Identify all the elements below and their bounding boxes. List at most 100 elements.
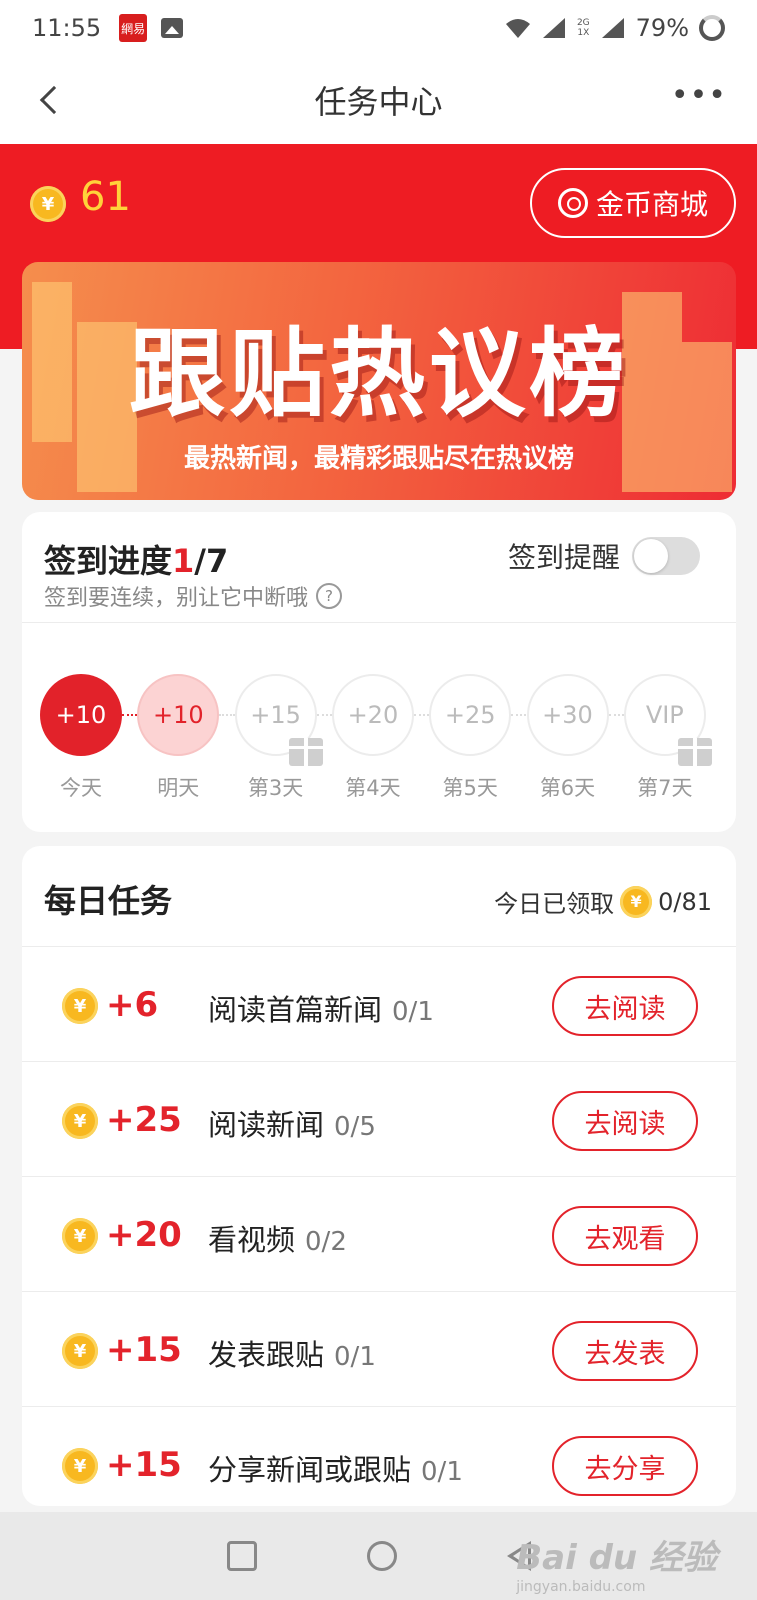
coin-icon: ¥ bbox=[62, 988, 98, 1024]
netease-app-icon: 網易 bbox=[119, 14, 148, 42]
network-type-bottom: 1X bbox=[577, 28, 590, 38]
checkin-day: +25 第5天 bbox=[429, 674, 512, 802]
task-name: 阅读首篇新闻 0/1 bbox=[208, 987, 434, 1029]
summary-label: 今日已领取 bbox=[494, 890, 615, 918]
wifi-icon bbox=[505, 19, 530, 38]
day-label: 明天 bbox=[157, 776, 200, 800]
checkin-reminder-toggle[interactable] bbox=[632, 537, 700, 575]
day-label: 第4天 bbox=[345, 776, 401, 800]
checkin-day: VIP 第7天 bbox=[623, 674, 712, 802]
task-name-text: 分享新闻或跟贴 bbox=[208, 1453, 412, 1487]
help-icon[interactable]: ? bbox=[316, 583, 343, 609]
task-action-button[interactable]: 去阅读 bbox=[552, 1091, 698, 1151]
coin-icon: ¥ bbox=[30, 186, 66, 222]
task-reward: +25 bbox=[106, 1100, 182, 1140]
image-notification-icon bbox=[161, 18, 184, 38]
task-row: ¥ +15 发表跟贴 0/1 去发表 bbox=[22, 1291, 736, 1408]
recent-apps-button[interactable] bbox=[226, 1541, 257, 1571]
daily-tasks-card: 每日任务 今日已领取 ¥ 0/81 ¥ +6 阅读首篇新闻 0/1 去阅读 ¥ +25 阅读新… bbox=[22, 846, 736, 1506]
task-row: ¥ +6 阅读首篇新闻 0/1 去阅读 bbox=[22, 946, 736, 1063]
task-reward: +15 bbox=[106, 1330, 182, 1370]
checkin-day: +10 明天 bbox=[137, 674, 220, 802]
checkin-progress-total: /7 bbox=[194, 542, 229, 580]
battery-icon bbox=[699, 15, 725, 41]
coin-icon: ¥ bbox=[620, 885, 653, 918]
task-action-button[interactable]: 去观看 bbox=[552, 1206, 698, 1266]
chevron-left-icon bbox=[39, 85, 69, 115]
task-name-text: 发表跟贴 bbox=[208, 1338, 325, 1372]
coin-icon: ¥ bbox=[62, 1448, 98, 1484]
day-label: 今天 bbox=[60, 776, 102, 800]
task-reward: +15 bbox=[106, 1445, 182, 1485]
banner-title: 跟贴热议榜 bbox=[129, 318, 629, 430]
network-type-top: 2G bbox=[576, 18, 590, 28]
day-connector bbox=[316, 714, 332, 716]
gift-icon bbox=[677, 738, 712, 766]
day-label: 第3天 bbox=[247, 776, 304, 800]
task-name: 看视频 0/2 bbox=[208, 1217, 347, 1259]
daily-tasks-title: 每日任务 bbox=[44, 882, 173, 920]
task-name-text: 阅读首篇新闻 bbox=[208, 993, 383, 1027]
nav-bar: 任务中心 ••• bbox=[0, 56, 757, 144]
day-label: 第7天 bbox=[637, 776, 693, 800]
page-title: 任务中心 bbox=[314, 83, 443, 121]
task-name-text: 看视频 bbox=[208, 1223, 296, 1257]
signal-icon-2 bbox=[601, 18, 624, 38]
day-reward-circle: +25 bbox=[429, 674, 512, 756]
checkin-day: +10 今天 bbox=[40, 674, 122, 802]
task-action-button[interactable]: 去分享 bbox=[552, 1436, 698, 1496]
coin-icon: ¥ bbox=[62, 1218, 98, 1254]
checkin-description: 签到要连续，别让它中断哦 ? bbox=[44, 580, 343, 612]
task-reward: +6 bbox=[106, 985, 159, 1025]
banner-subtitle: 最热新闻，最精彩跟贴尽在热议榜 bbox=[183, 444, 574, 474]
coin-shop-button[interactable]: 金币商城 bbox=[530, 168, 736, 238]
day-label: 第6天 bbox=[539, 776, 596, 800]
checkin-reminder: 签到提醒 bbox=[508, 536, 700, 576]
back-button[interactable] bbox=[30, 80, 70, 120]
checkin-day: +20 第4天 bbox=[331, 674, 414, 802]
checkin-reminder-label: 签到提醒 bbox=[507, 541, 620, 574]
task-progress: 0/2 bbox=[305, 1227, 347, 1257]
gift-icon bbox=[288, 738, 323, 766]
status-indicators: 2G 1X 79% bbox=[505, 14, 725, 42]
task-action-button[interactable]: 去阅读 bbox=[552, 976, 698, 1036]
task-name-text: 阅读新闻 bbox=[208, 1108, 325, 1142]
coin-balance: 61 bbox=[80, 174, 131, 220]
ferris-wheel-icon bbox=[557, 188, 588, 218]
day-connector bbox=[122, 714, 138, 716]
task-progress: 0/5 bbox=[334, 1112, 376, 1142]
watermark-sub: jingyan.baidu.com bbox=[516, 1579, 646, 1595]
task-action-button[interactable]: 去发表 bbox=[552, 1321, 698, 1381]
baidu-jingyan-watermark: Bai du 经验 jingyan.baidu.com bbox=[516, 1530, 717, 1595]
task-name: 阅读新闻 0/5 bbox=[208, 1102, 376, 1144]
battery-percent: 79% bbox=[635, 14, 689, 42]
checkin-day: +30 第6天 bbox=[526, 674, 609, 802]
checkin-title-text: 签到进度 bbox=[44, 542, 173, 580]
coin-icon: ¥ bbox=[62, 1333, 98, 1369]
task-row: ¥ +20 看视频 0/2 去观看 bbox=[22, 1176, 736, 1293]
day-reward-circle[interactable]: +10 bbox=[40, 674, 122, 756]
checkin-days: +10 今天 +10 明天 +15 第3天 +20 第4天 +25 第5天 +30 第6天 VIP 第7天 bbox=[40, 674, 720, 804]
divider bbox=[22, 622, 736, 623]
hot-discussion-banner[interactable]: 跟贴热议榜 最热新闻，最精彩跟贴尽在热议榜 bbox=[22, 262, 736, 500]
day-connector bbox=[413, 714, 430, 716]
more-options-button[interactable]: ••• bbox=[671, 81, 727, 111]
status-time: 11:55 bbox=[32, 14, 102, 42]
signal-icon bbox=[542, 18, 565, 38]
task-reward: +20 bbox=[106, 1215, 182, 1255]
checkin-progress-current: 1 bbox=[172, 542, 195, 580]
task-name: 发表跟贴 0/1 bbox=[208, 1332, 376, 1374]
task-progress: 0/1 bbox=[421, 1457, 463, 1487]
coin-shop-label: 金币商城 bbox=[595, 188, 708, 221]
task-name: 分享新闻或跟贴 0/1 bbox=[208, 1447, 463, 1489]
checkin-progress-title: 签到进度1/7 bbox=[44, 536, 228, 582]
task-progress: 0/1 bbox=[334, 1342, 376, 1372]
watermark-text: Bai du 经验 bbox=[516, 1538, 717, 1578]
home-button[interactable] bbox=[366, 1541, 397, 1571]
network-type: 2G 1X bbox=[577, 18, 590, 38]
checkin-card: 签到进度1/7 签到要连续，别让它中断哦 ? 签到提醒 +10 今天 +10 明天 +1… bbox=[22, 512, 736, 832]
task-row: ¥ +25 阅读新闻 0/5 去阅读 bbox=[22, 1061, 736, 1178]
day-reward-circle: +10 bbox=[137, 674, 220, 756]
day-connector bbox=[608, 714, 624, 716]
checkin-day: +15 第3天 bbox=[234, 674, 323, 802]
